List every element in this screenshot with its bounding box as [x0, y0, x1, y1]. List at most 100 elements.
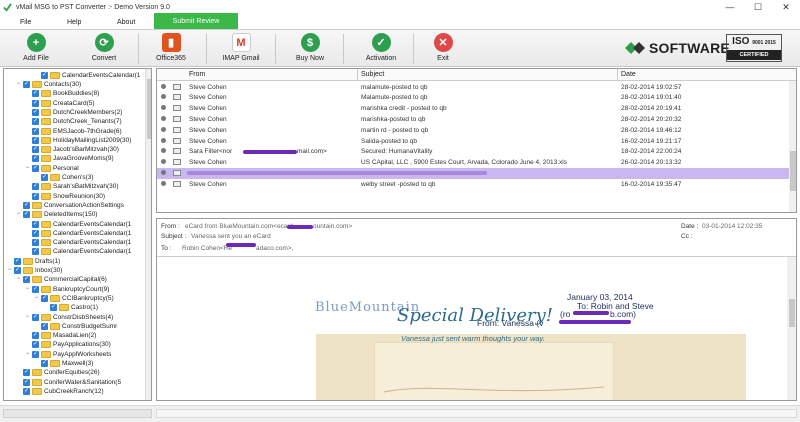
message-row[interactable]: Steve Cohen malamute-posted to qb 28-02-20… [157, 82, 789, 93]
tree-item[interactable]: ✓ CreataCard(5) [24, 99, 95, 108]
menu-file[interactable]: File [20, 19, 31, 29]
column-separator[interactable] [357, 69, 358, 81]
column-separator[interactable] [617, 69, 618, 81]
folder-checkbox[interactable]: ✓ [32, 192, 39, 200]
submit-review-button[interactable]: Submit Review [154, 13, 238, 30]
tree-scroll-thumb[interactable] [147, 79, 151, 139]
folder-checkbox[interactable]: ✓ [32, 136, 39, 144]
folder-checkbox[interactable]: ✓ [32, 248, 39, 256]
folder-checkbox[interactable]: ✓ [23, 369, 30, 377]
collapse-icon[interactable]: − [24, 351, 31, 358]
folder-checkbox[interactable]: ✓ [14, 257, 21, 265]
tree-item[interactable]: − ✓ DeletedItems(150) [15, 211, 97, 220]
tree-item[interactable]: ✓ Castro(1) [42, 304, 98, 313]
tree-item[interactable]: ✓ EMSJacob-7thGrade(6) [24, 127, 122, 136]
add-file-button[interactable]: + Add File [8, 33, 64, 67]
folder-checkbox[interactable]: ✓ [32, 164, 39, 172]
folder-checkbox[interactable]: ✓ [32, 332, 39, 340]
tree-item[interactable]: ✓ MasadaLien(2) [24, 331, 96, 340]
tree-scrollbar[interactable] [145, 69, 151, 400]
folder-checkbox[interactable]: ✓ [41, 71, 48, 79]
menu-help[interactable]: Help [67, 19, 81, 29]
menu-about[interactable]: About [117, 19, 135, 29]
tree-item[interactable]: ✓ HolidayMailingList2009(30) [24, 136, 131, 145]
tree-item[interactable]: ✓ DutchCreekMembers(2) [24, 108, 122, 117]
message-row[interactable]: Sara Filter<nor mail.com> Secured: HumanaV… [157, 147, 789, 158]
folder-checkbox[interactable]: ✓ [23, 378, 30, 386]
tree-item[interactable]: ✓ CalendarEventsCalendar(1 [24, 248, 131, 257]
tree-item[interactable]: ✓ BookBuddies(8) [24, 90, 99, 99]
office365-button[interactable]: ▮ Office365 [143, 33, 199, 67]
folder-checkbox[interactable]: ✓ [32, 90, 39, 98]
folder-checkbox[interactable]: ✓ [14, 267, 21, 275]
message-row[interactable]: Steve Cohen welby street -posted to qb 16-… [157, 179, 789, 190]
column-from[interactable]: From [189, 71, 205, 78]
folder-checkbox[interactable]: ✓ [32, 108, 39, 116]
tree-item[interactable]: ✓ Drafts(1) [6, 257, 60, 266]
tree-item[interactable]: ✓ ConiferEquities(26) [15, 369, 100, 378]
folder-checkbox[interactable]: ✓ [32, 220, 39, 228]
collapse-icon[interactable]: − [6, 267, 13, 274]
message-row[interactable] [157, 168, 789, 180]
collapse-icon[interactable]: − [15, 276, 22, 283]
tree-item[interactable]: ✓ CalendarEventsCalendar(1 [24, 220, 131, 229]
folder-checkbox[interactable]: ✓ [41, 360, 48, 368]
tree-item[interactable]: ✓ Jacob'sBarMitzvah(30) [24, 145, 119, 154]
message-list[interactable]: From Subject Date Steve Cohen malamute-po… [156, 68, 797, 213]
collapse-icon[interactable]: − [24, 286, 31, 293]
folder-checkbox[interactable]: ✓ [23, 201, 30, 209]
folder-checkbox[interactable]: ✓ [23, 387, 30, 395]
tree-item[interactable]: − ✓ ConstrDisbSheets(4) [24, 313, 113, 322]
folder-checkbox[interactable]: ✓ [32, 146, 39, 154]
preview-scroll-thumb[interactable] [789, 299, 795, 327]
tree-item[interactable]: ✓ CalendarEventsCalendar(1 [33, 71, 140, 80]
column-subject[interactable]: Subject [361, 71, 384, 78]
column-date[interactable]: Date [621, 71, 636, 78]
folder-checkbox[interactable]: ✓ [32, 155, 39, 163]
collapse-icon[interactable]: − [24, 314, 31, 321]
maximize-button[interactable]: ☐ [744, 0, 772, 14]
tree-item[interactable]: ✓ CalendarEventsCalendar(1 [24, 238, 131, 247]
collapse-icon[interactable]: − [15, 81, 22, 88]
folder-checkbox[interactable]: ✓ [32, 99, 39, 107]
exit-button[interactable]: ✕ Exit [415, 33, 471, 67]
folder-checkbox[interactable]: ✓ [32, 127, 39, 135]
folder-checkbox[interactable]: ✓ [50, 304, 57, 312]
minimize-button[interactable]: — [716, 0, 744, 14]
tree-item[interactable]: − ✓ Personal [24, 164, 79, 173]
convert-button[interactable]: ⟳ Convert [76, 33, 132, 67]
tree-item[interactable]: ✓ SnowReunion(30) [24, 192, 105, 201]
imap-gmail-button[interactable]: M IMAP Gmail [213, 33, 269, 67]
tree-item[interactable]: ✓ PayApplications(30) [24, 341, 111, 350]
message-row[interactable]: Steve Cohen US CApital, LLC , 5900 Estes … [157, 158, 789, 169]
tree-horizontal-scrollbar[interactable] [3, 409, 152, 418]
folder-checkbox[interactable]: ✓ [32, 313, 39, 321]
close-window-button[interactable]: ✕ [772, 0, 800, 14]
folder-checkbox[interactable]: ✓ [32, 183, 39, 191]
folder-checkbox[interactable]: ✓ [23, 276, 30, 284]
folder-checkbox[interactable]: ✓ [41, 322, 48, 330]
folder-checkbox[interactable]: ✓ [32, 239, 39, 247]
tree-item[interactable]: ✓ ConiferWater&Sanitation(5 [15, 378, 121, 387]
tree-item[interactable]: ✓ Maxwell(3) [33, 359, 93, 368]
tree-item[interactable]: ✓ Cohen's(3) [33, 173, 94, 182]
tree-item[interactable]: − ✓ Contacts(30) [15, 80, 81, 89]
preview-scrollbar[interactable] [787, 257, 796, 400]
message-list-scrollbar[interactable] [789, 81, 796, 212]
folder-checkbox[interactable]: ✓ [32, 229, 39, 237]
tree-item[interactable]: − ✓ Inbox(30) [6, 266, 62, 275]
tree-item[interactable]: − ✓ BankruptcyCourt(9) [24, 285, 109, 294]
message-list-scroll-thumb[interactable] [790, 151, 796, 191]
message-row[interactable]: Steve Cohen Salida-posted to qb 16-02-2014… [157, 136, 789, 147]
collapse-icon[interactable]: − [33, 295, 40, 302]
folder-checkbox[interactable]: ✓ [23, 211, 30, 219]
message-row[interactable]: Steve Cohen Malamute-posted to qb 28-02-20… [157, 93, 789, 104]
message-row[interactable]: Steve Cohen marishka-posted to qb 28-02-20… [157, 114, 789, 125]
folder-checkbox[interactable]: ✓ [23, 81, 30, 89]
tree-item[interactable]: ✓ CubCreekRanch(12) [15, 387, 104, 396]
folder-checkbox[interactable]: ✓ [41, 294, 48, 302]
tree-item[interactable]: − ✓ CCIBankruptcy(5) [33, 294, 114, 303]
folder-checkbox[interactable]: ✓ [32, 285, 39, 293]
folder-tree[interactable]: ✓ CalendarEventsCalendar(1− ✓ Contacts(30) ✓… [3, 68, 152, 401]
tree-item[interactable]: ✓ CalendarEventsCalendar(1 [24, 229, 131, 238]
